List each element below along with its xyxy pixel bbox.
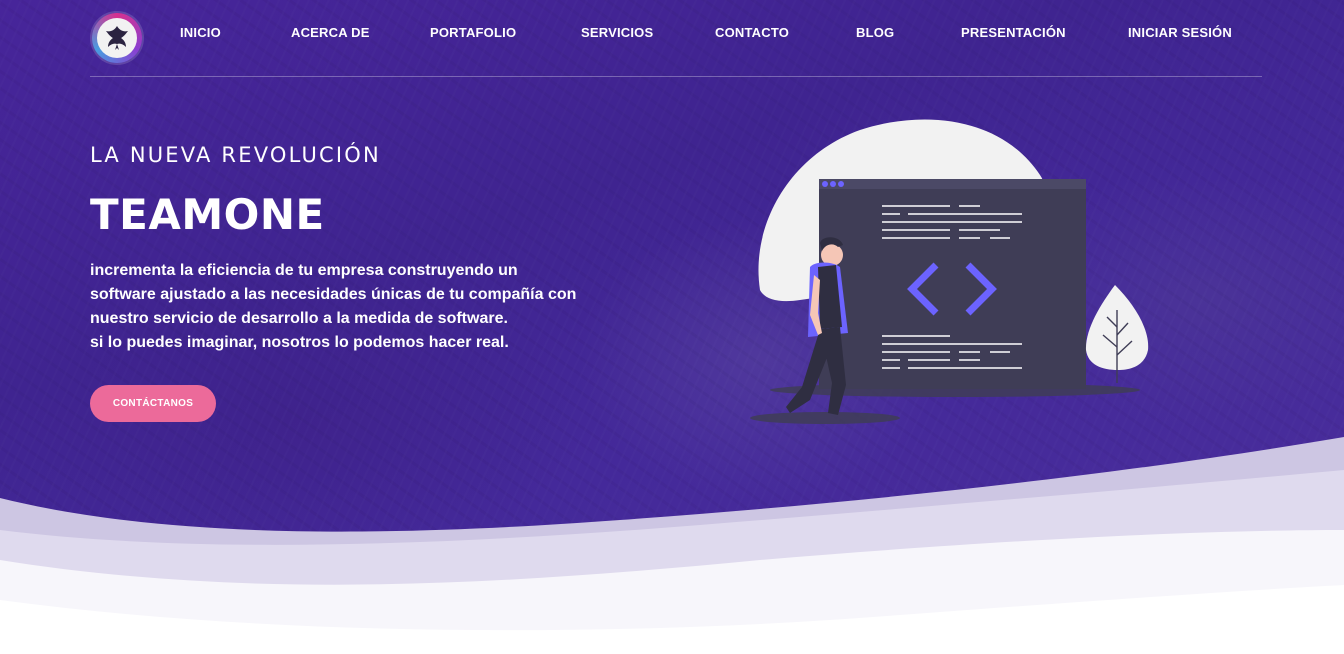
- hero-description-line: si lo puedes imaginar, nosotros lo podem…: [90, 334, 509, 351]
- hero-description-line: incrementa la eficiencia de tu empresa c…: [90, 262, 518, 279]
- hero-description-line: nuestro servicio de desarrollo a la medi…: [90, 310, 508, 327]
- nav-iniciar-sesion[interactable]: INICIAR SESIÓN: [1128, 25, 1232, 41]
- hero-title: TEAMONE: [90, 190, 325, 239]
- developer-code-window-illustration: [750, 119, 1149, 424]
- nav-acerca-de[interactable]: ACERCA DE: [291, 25, 370, 41]
- nav-servicios[interactable]: SERVICIOS: [581, 25, 653, 41]
- contact-cta-button[interactable]: CONTÁCTANOS: [90, 385, 216, 422]
- hero-description-line: software ajustado a las necesidades únic…: [90, 286, 577, 303]
- nav-presentacion[interactable]: PRESENTACIÓN: [961, 25, 1066, 41]
- nav-inicio[interactable]: INICIO: [180, 25, 221, 41]
- nav-portafolio[interactable]: PORTAFOLIO: [430, 25, 516, 41]
- hero-description: incrementa la eficiencia de tu empresa c…: [90, 259, 610, 355]
- nav-contacto[interactable]: CONTACTO: [715, 25, 789, 41]
- nav-divider: [90, 76, 1262, 77]
- nav-blog[interactable]: BLOG: [856, 25, 894, 41]
- hero-section: INICIO ACERCA DE PORTAFOLIO SERVICIOS CO…: [0, 0, 1344, 654]
- phoenix-logo-icon: [97, 18, 137, 58]
- hero-kicker: LA NUEVA REVOLUCIÓN: [90, 143, 381, 167]
- logo[interactable]: [92, 13, 142, 63]
